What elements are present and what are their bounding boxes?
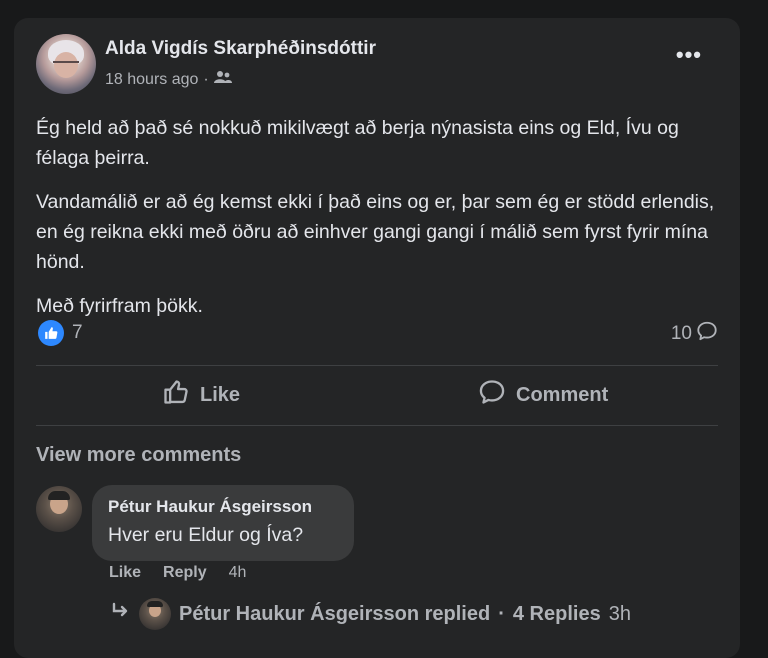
commenter-avatar[interactable] <box>36 486 82 532</box>
comment-bubble: Pétur Haukur Ásgeirsson Hver eru Eldur o… <box>92 485 354 561</box>
post-meta: 18 hours ago · <box>105 70 232 89</box>
like-reaction-icon <box>38 320 64 346</box>
comment-count[interactable]: 10 <box>671 320 718 348</box>
thumbs-up-icon <box>162 378 190 412</box>
comment-bubble-icon <box>696 320 718 348</box>
avatar-cap <box>48 491 70 500</box>
replies-author: Pétur Haukur Ásgeirsson replied <box>179 602 491 625</box>
friends-icon[interactable] <box>213 70 232 89</box>
post-paragraph: Með fyrirfram þökk. <box>36 295 203 317</box>
post-paragraph: Ég held að það sé nokkuð mikilvægt að be… <box>36 117 679 169</box>
avatar-cap <box>147 601 163 607</box>
avatar-glasses <box>53 61 79 69</box>
like-button[interactable]: Like <box>162 378 240 412</box>
post-timestamp[interactable]: 18 hours ago <box>105 71 198 89</box>
comment-text: Hver eru Eldur og Íva? <box>108 524 304 546</box>
comment-button-label: Comment <box>516 383 609 406</box>
comment-actions: Like Reply 4h <box>109 564 246 582</box>
comment-like-link[interactable]: Like <box>109 564 141 582</box>
like-button-label: Like <box>200 383 241 406</box>
view-more-comments-link[interactable]: View more comments <box>36 444 241 467</box>
replies-separator: · <box>498 602 505 625</box>
author-avatar[interactable] <box>36 34 96 94</box>
comment-icon <box>478 378 506 412</box>
divider <box>36 425 718 426</box>
meta-separator: · <box>203 70 209 88</box>
comment-time[interactable]: 4h <box>229 564 247 582</box>
comment-author-name[interactable]: Pétur Haukur Ásgeirsson <box>108 497 312 517</box>
comment-count-value: 10 <box>670 323 692 344</box>
replies-count: 4 Replies <box>512 602 601 625</box>
replier-avatar <box>139 598 171 630</box>
post-card: Alda Vigdís Skarphéðinsdóttir 18 hours a… <box>14 18 740 658</box>
view-replies-link[interactable]: Pétur Haukur Ásgeirsson replied · 4 Repl… <box>111 598 631 630</box>
post-paragraph: Vandamálið er að ég kemst ekki í það ein… <box>36 191 715 273</box>
divider <box>36 365 718 366</box>
reaction-count: 7 <box>72 322 83 343</box>
reply-arrow-icon <box>111 602 131 626</box>
post-author-name[interactable]: Alda Vigdís Skarphéðinsdóttir <box>105 38 376 60</box>
comment-button[interactable]: Comment <box>478 378 608 412</box>
post-body: Ég held að það sé nokkuð mikilvægt að be… <box>36 113 716 335</box>
comment-reply-link[interactable]: Reply <box>163 564 207 582</box>
more-options-icon[interactable]: ••• <box>676 44 702 66</box>
replies-time: 3h <box>608 602 631 625</box>
reactions-summary[interactable]: 7 <box>38 320 83 346</box>
